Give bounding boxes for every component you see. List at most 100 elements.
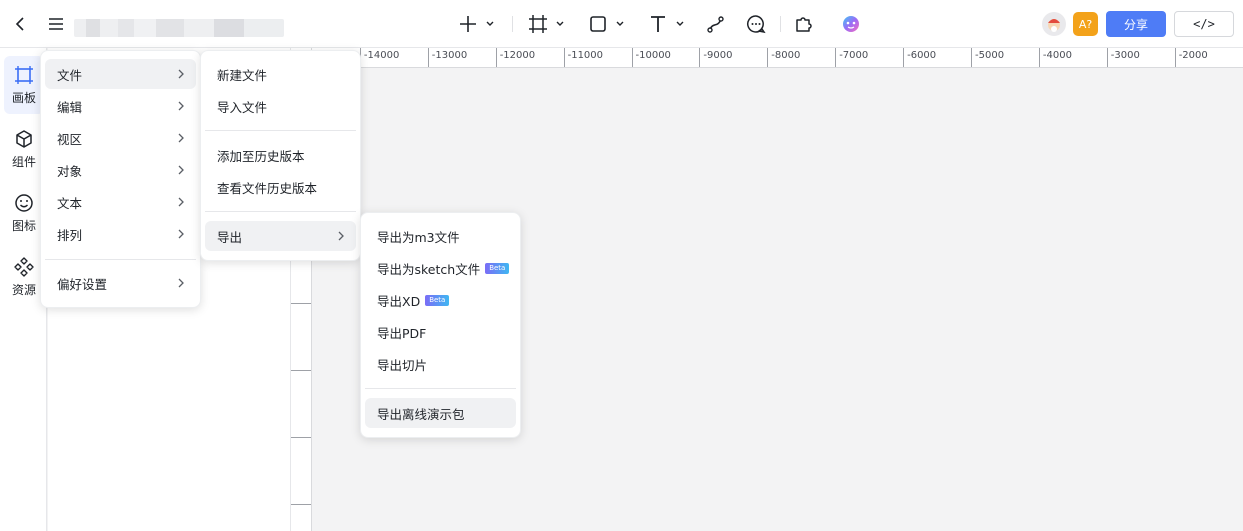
rail-label: 图标 [11,218,36,233]
rail-item-resources[interactable]: 资源 [4,248,44,306]
rail-item-components[interactable]: 组件 [4,120,44,178]
toolbar-divider [512,16,513,32]
menu-item-label: 偏好设置 [57,276,108,292]
rail-item-icons[interactable]: 图标 [4,184,44,242]
menu-item-label: 添加至历史版本 [217,148,305,164]
menu-item-export-offline-demo[interactable]: 导出离线演示包 [365,398,516,428]
text-tool-button[interactable] [648,11,688,37]
menu-item-export-sketch[interactable]: 导出为sketch文件 Beta [365,253,516,283]
menu-item-export[interactable]: 导出 [205,221,356,251]
ruler-tick: -10000 [631,48,671,67]
menu-item-label: 视区 [57,131,83,147]
menu-item-file[interactable]: 文件 [45,59,196,89]
menu-item-label: 查看文件历史版本 [217,180,318,196]
menu-item-view-history[interactable]: 查看文件历史版本 [205,172,356,202]
frame-tool-button[interactable] [528,11,568,37]
menu-item-import-file[interactable]: 导入文件 [205,91,356,121]
menu-item-label: 编辑 [57,99,83,115]
menu-item-label: 文本 [57,195,83,211]
ruler-tick: 3000 [291,322,311,371]
beta-badge: Beta [425,294,450,306]
translate-badge[interactable]: A? [1073,12,1098,36]
menu-item-label: 导出离线演示包 [377,406,465,422]
chevron-right-icon [178,278,184,288]
share-button[interactable]: 分享 [1106,11,1166,37]
component-icon [16,129,32,148]
toolbar-divider [780,16,781,32]
avatar[interactable] [1042,12,1066,36]
ruler-tick-label: 3000 [291,321,293,347]
ruler-tick: -5000 [971,48,1004,67]
ruler-tick-label: -3000 [1110,50,1140,61]
menu-item-preferences[interactable]: 偏好设置 [45,268,196,298]
menu-item-export-pdf[interactable]: 导出PDF [365,317,516,347]
ruler-tick: 4000 [291,389,311,438]
ruler-tick: -11000 [563,48,603,67]
ruler-tick-label: -6000 [907,50,937,61]
ruler-tick-label: -8000 [771,50,801,61]
menu-item-view[interactable]: 视区 [45,123,196,153]
menu-item-label: 导出为sketch文件 [377,261,481,277]
pen-tool-icon[interactable] [704,11,728,37]
menu-item-label: 导出切片 [377,357,428,373]
ai-assistant-icon[interactable] [839,11,863,37]
menu-item-object[interactable]: 对象 [45,155,196,185]
menu-item-export-xd[interactable]: 导出XD Beta [365,285,516,315]
chevron-right-icon [178,133,184,143]
file-submenu: 新建文件 导入文件 添加至历史版本 查看文件历史版本 导出 [200,50,361,261]
chevron-right-icon [338,231,344,241]
ruler-tick-label: -14000 [363,50,400,61]
add-tool-button[interactable] [458,11,498,37]
ruler-tick: -9000 [699,48,732,67]
back-icon[interactable] [8,11,32,37]
menu-item-new-file[interactable]: 新建文件 [205,59,356,89]
ruler-tick-label: -12000 [499,50,536,61]
file-title-blurred[interactable] [74,19,284,37]
ruler-tick-label: -13000 [431,50,468,61]
ruler-tick: -3000 [1106,48,1140,67]
menu-item-export-m3[interactable]: 导出为m3文件 [365,221,516,251]
menu-divider [205,211,356,212]
ruler-tick: 2000 [291,255,311,304]
rail-label: 画板 [11,90,36,105]
menu-item-label: 导出PDF [377,325,427,341]
menu-item-edit[interactable]: 编辑 [45,91,196,121]
menu-item-label: 对象 [57,163,83,179]
hamburger-menu-icon[interactable] [44,11,68,37]
ruler-tick: -13000 [427,48,467,67]
ruler-tick: -4000 [1038,48,1072,67]
top-toolbar: A? 分享 </> [0,0,1243,48]
menu-item-label: 导入文件 [217,99,268,115]
chevron-right-icon [178,197,184,207]
dev-mode-button[interactable]: </> [1174,11,1234,37]
ruler-tick-label: -9000 [703,50,733,61]
comment-icon[interactable] [744,11,768,37]
rail-label: 组件 [11,154,36,169]
menu-item-label: 导出 [217,229,243,245]
ruler-tick: -12000 [495,48,535,67]
chevron-right-icon [178,165,184,175]
rail-item-artboard[interactable]: 画板 [4,56,44,114]
plugin-icon[interactable] [792,11,816,37]
menu-item-export-slices[interactable]: 导出切片 [365,349,516,379]
beta-badge: Beta [485,262,510,274]
ruler-tick: -6000 [903,48,936,67]
menu-divider [205,130,356,131]
resource-icon [14,256,34,277]
export-submenu: 导出为m3文件 导出为sketch文件 Beta 导出XD Beta 导出PDF… [360,212,521,438]
menu-item-add-history[interactable]: 添加至历史版本 [205,140,356,170]
ruler-tick-label: 4000 [291,388,293,414]
smile-icon [15,193,33,212]
ruler-tick-label: -7000 [839,50,869,61]
ruler-tick-label: -10000 [635,50,671,61]
ruler-tick: -8000 [767,48,800,67]
menu-divider [365,388,516,389]
menu-item-text[interactable]: 文本 [45,187,196,217]
menu-divider [45,259,196,260]
menu-item-label: 新建文件 [217,67,268,83]
main-menu: 文件 编辑 视区 对象 文本 排列 偏好设置 [40,50,201,308]
menu-item-arrange[interactable]: 排列 [45,219,196,249]
menu-item-label: 导出为m3文件 [377,229,460,245]
menu-item-label: 排列 [57,227,83,243]
rectangle-tool-button[interactable] [588,11,628,37]
